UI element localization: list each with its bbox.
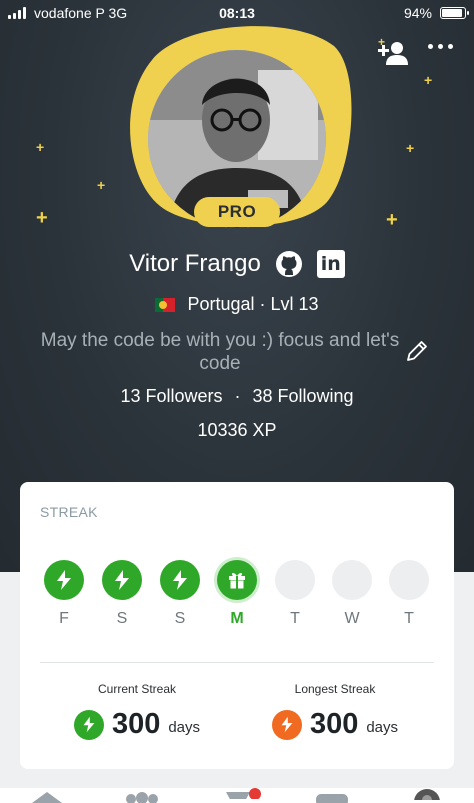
longest-streak: Longest Streak 300 days xyxy=(235,682,435,741)
streak-day: S xyxy=(102,560,142,628)
battery-icon xyxy=(440,7,469,19)
day-label: T xyxy=(404,610,414,627)
day-label: F xyxy=(59,610,69,627)
portugal-flag-icon xyxy=(155,297,176,312)
more-icon[interactable] xyxy=(428,44,453,49)
streak-day: S xyxy=(160,560,200,628)
leaderboard-icon[interactable] xyxy=(224,788,264,799)
bolt-icon xyxy=(271,709,302,740)
xp-total: 10336 XP xyxy=(197,420,277,440)
current-streak: Current Streak 300 days xyxy=(37,682,237,741)
bottom-nav xyxy=(0,788,474,803)
edit-bio-icon[interactable] xyxy=(404,338,430,364)
longest-streak-unit: days xyxy=(366,719,399,736)
current-streak-value: 300 xyxy=(111,708,161,740)
current-streak-label: Current Streak xyxy=(97,682,177,696)
sparkle-icon: + xyxy=(36,207,48,229)
streak-title: STREAK xyxy=(40,504,98,520)
streak-day: F xyxy=(44,560,84,628)
followers-link[interactable]: 13 Followers xyxy=(120,386,222,407)
day-label: T xyxy=(290,610,300,627)
day-label: M xyxy=(230,610,244,627)
streak-day[interactable]: M xyxy=(217,560,257,628)
bolt-icon xyxy=(160,560,200,600)
streak-day: T xyxy=(389,560,429,628)
country-label: Portugal xyxy=(187,294,255,314)
longest-streak-value: 300 xyxy=(309,708,359,740)
day-label: S xyxy=(174,610,186,627)
bolt-icon xyxy=(44,560,84,600)
day-label: W xyxy=(344,610,360,627)
profile-name: Vitor Frango xyxy=(129,250,261,277)
day-label: S xyxy=(116,610,128,627)
gift-icon xyxy=(217,560,257,600)
divider xyxy=(40,662,434,663)
github-icon[interactable] xyxy=(275,250,303,278)
sparkle-icon: + xyxy=(386,209,398,231)
following-link[interactable]: 38 Following xyxy=(252,386,353,407)
bio-text: May the code be with you :) focus and le… xyxy=(40,330,400,374)
sparkle-icon: + xyxy=(36,139,45,155)
battery-percent: 94% xyxy=(403,5,432,21)
day-circle xyxy=(389,560,429,600)
community-icon[interactable] xyxy=(125,792,159,803)
streak-card: STREAK F S S M T W T Current Streak 300 … xyxy=(20,482,454,769)
bolt-icon xyxy=(73,709,104,740)
name-row: Vitor Frango in xyxy=(0,250,474,278)
follow-stats: 13 Followers · 38 Following xyxy=(120,386,354,407)
profile-avatar-icon[interactable] xyxy=(414,789,440,800)
linkedin-icon[interactable]: in xyxy=(316,250,345,278)
pro-badge: PRO xyxy=(194,197,280,227)
day-circle xyxy=(332,560,372,600)
current-streak-unit: days xyxy=(168,719,201,736)
streak-day: W xyxy=(332,560,372,628)
clock: 08:13 xyxy=(219,5,255,21)
home-icon[interactable] xyxy=(32,792,62,803)
streak-days: F S S M T W T xyxy=(44,560,436,630)
messages-icon[interactable] xyxy=(316,792,348,803)
level-label: Lvl 13 xyxy=(270,294,319,314)
day-circle xyxy=(275,560,315,600)
bolt-icon xyxy=(102,560,142,600)
streak-day: T xyxy=(275,560,315,628)
sparkle-icon: + xyxy=(97,177,106,193)
sparkle-icon: + xyxy=(378,35,386,49)
sparkle-icon: + xyxy=(406,140,415,156)
longest-streak-label: Longest Streak xyxy=(294,682,376,696)
sparkle-icon: + xyxy=(424,72,433,88)
country-level-row: Portugal · Lvl 13 xyxy=(0,294,474,315)
